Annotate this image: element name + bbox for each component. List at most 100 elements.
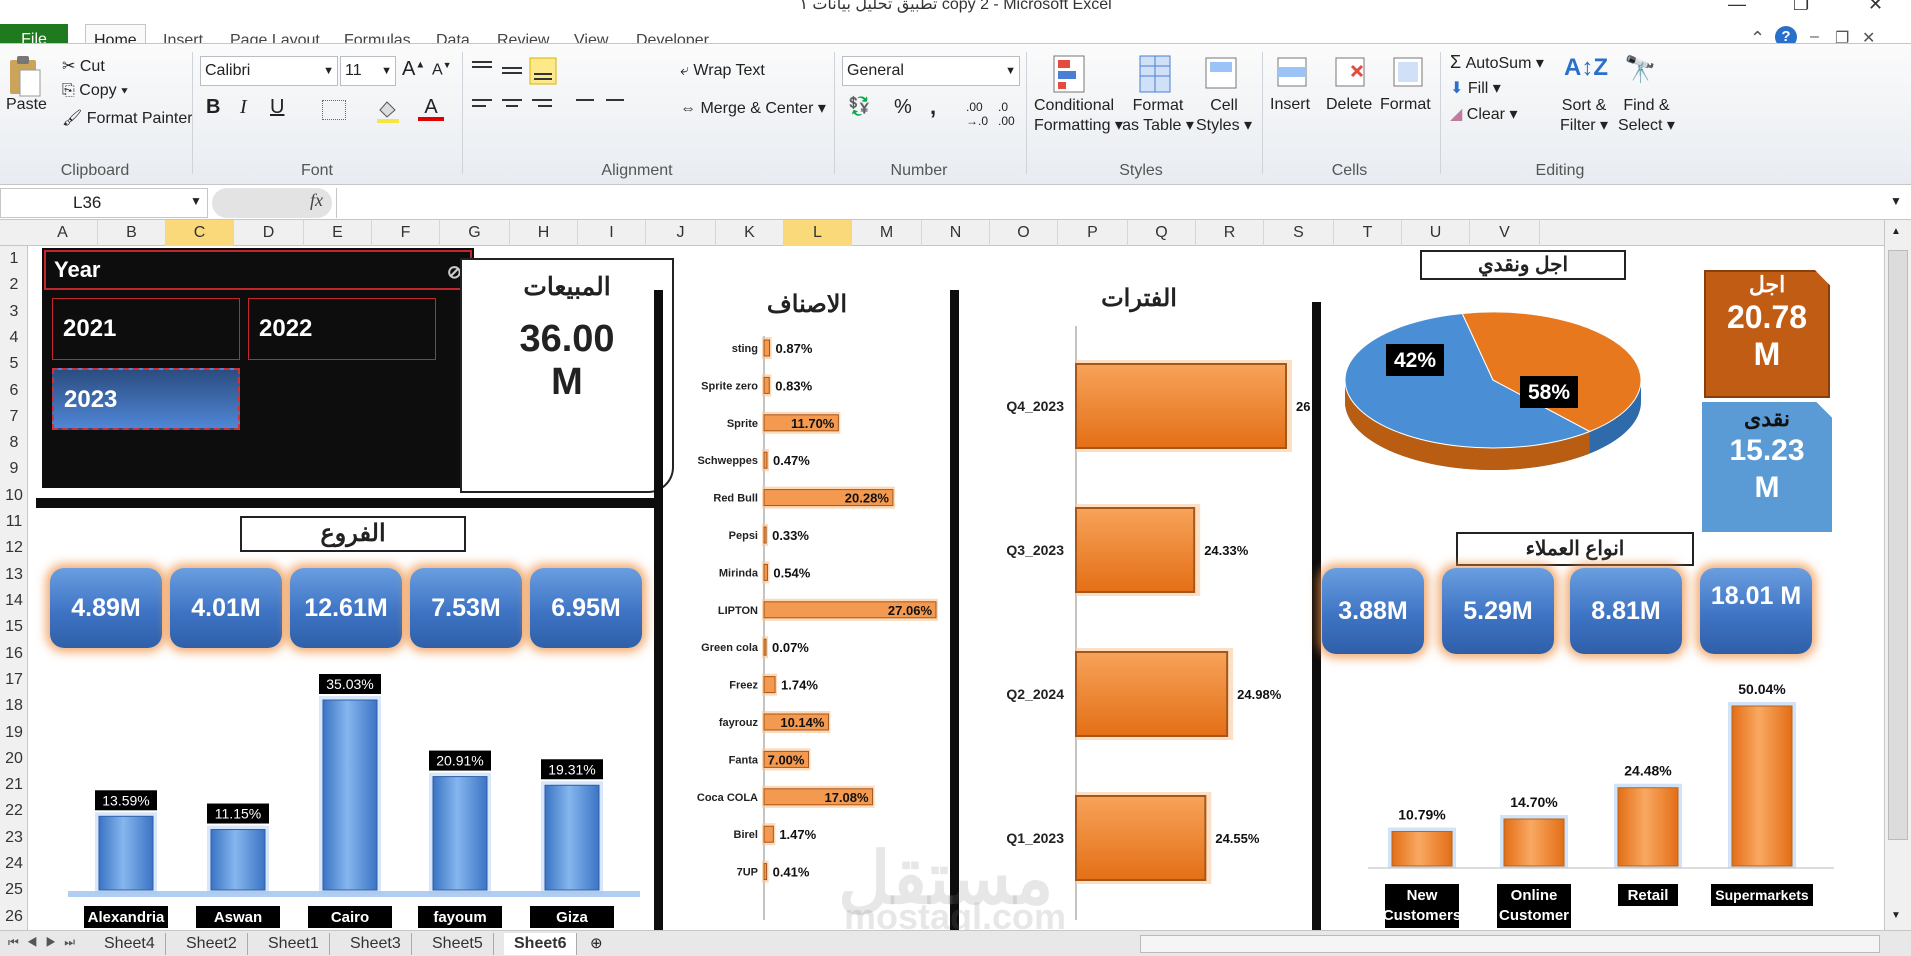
row-header[interactable]: 6 (0, 382, 28, 400)
new-sheet-icon[interactable]: ⊕ (590, 934, 603, 952)
sort-filter-button[interactable]: Sort & Filter ▾ (1560, 96, 1608, 136)
sheet-tab-sheet5[interactable]: Sheet5 (422, 933, 494, 955)
row-header[interactable]: 23 (0, 829, 28, 847)
name-box-dropdown-icon[interactable]: ▼ (190, 194, 202, 208)
sheet-tab-sheet6[interactable]: Sheet6 (504, 933, 578, 955)
row-header[interactable]: 20 (0, 750, 28, 768)
column-header[interactable]: H (510, 220, 578, 246)
sheet-tab-sheet1[interactable]: Sheet1 (258, 933, 330, 955)
number-format-select[interactable]: General ▼ (842, 56, 1020, 86)
column-header[interactable]: Q (1128, 220, 1196, 246)
paste-icon[interactable] (6, 54, 42, 98)
row-header[interactable]: 15 (0, 618, 28, 636)
row-header[interactable]: 25 (0, 881, 28, 899)
sort-filter-icon[interactable]: A↕Z (1564, 54, 1608, 82)
column-header[interactable]: M (852, 220, 922, 246)
column-header[interactable]: N (922, 220, 990, 246)
paste-button[interactable]: Paste (6, 96, 47, 114)
fill-button[interactable]: ⬇ Fill ▾ (1450, 78, 1501, 98)
borders-icon[interactable] (322, 100, 346, 120)
sheet-tab-sheet3[interactable]: Sheet3 (340, 933, 412, 955)
conditional-formatting-icon[interactable] (1050, 52, 1090, 96)
formula-input[interactable] (336, 188, 1886, 218)
row-header[interactable]: 10 (0, 487, 28, 505)
sheet-tab-sheet4[interactable]: Sheet4 (94, 933, 166, 955)
column-header[interactable]: R (1196, 220, 1264, 246)
row-header[interactable]: 5 (0, 355, 28, 373)
conditional-formatting-button[interactable]: Conditional Formatting ▾ (1034, 96, 1123, 136)
vertical-scrollbar[interactable]: ▲ ▼ (1884, 220, 1911, 930)
format-as-table-button[interactable]: Format as Table ▾ (1122, 96, 1194, 136)
wrap-text-button[interactable]: ⤶ Wrap Text (680, 62, 765, 80)
cell-styles-button[interactable]: Cell Styles ▾ (1196, 96, 1252, 136)
italic-button[interactable]: I (240, 96, 247, 119)
font-name-select[interactable]: Calibri ▼ (200, 56, 338, 86)
shrink-font-icon[interactable]: A▼ (432, 60, 452, 79)
clear-button[interactable]: ◢ Clear ▾ (1450, 104, 1517, 124)
column-header[interactable]: A (28, 220, 98, 246)
row-header[interactable]: 2 (0, 276, 28, 294)
cut-button[interactable]: ✂ Cut (62, 56, 105, 76)
insert-function-button[interactable]: fx (310, 190, 323, 211)
row-header[interactable]: 8 (0, 434, 28, 452)
decrease-decimal-icon[interactable]: .0.00 (998, 100, 1015, 128)
row-header[interactable]: 24 (0, 855, 28, 873)
column-header[interactable]: E (304, 220, 372, 246)
slicer-item-2021[interactable]: 2021 (52, 298, 240, 360)
column-header[interactable]: G (440, 220, 510, 246)
column-header[interactable]: S (1264, 220, 1334, 246)
scroll-up-icon[interactable]: ▲ (1891, 226, 1901, 237)
row-header[interactable]: 4 (0, 329, 28, 347)
slicer-item-2022[interactable]: 2022 (248, 298, 436, 360)
format-button[interactable]: Format (1380, 96, 1431, 114)
fill-color-icon[interactable] (375, 98, 401, 124)
column-header[interactable]: V (1470, 220, 1540, 246)
percent-button[interactable]: % (894, 96, 912, 119)
column-header[interactable]: I (578, 220, 646, 246)
column-header[interactable]: T (1334, 220, 1402, 246)
currency-icon[interactable]: 💱 (848, 96, 870, 117)
copy-button[interactable]: ⎘ Copy ▾ (62, 82, 128, 100)
merge-center-button[interactable]: ⇔ Merge & Center ▾ (680, 98, 826, 118)
binoculars-icon[interactable]: 🔭 (1624, 54, 1656, 85)
find-select-button[interactable]: Find & Select ▾ (1618, 96, 1675, 136)
row-header[interactable]: 13 (0, 566, 28, 584)
delete-cells-icon[interactable] (1330, 52, 1370, 96)
row-header[interactable]: 17 (0, 671, 28, 689)
underline-button[interactable]: U (270, 96, 284, 119)
row-header[interactable]: 19 (0, 724, 28, 742)
format-painter-button[interactable]: 🖌 Format Painter (62, 108, 193, 128)
column-header[interactable]: B (98, 220, 166, 246)
column-header[interactable]: O (990, 220, 1058, 246)
autosum-button[interactable]: Σ AutoSum ▾ (1450, 52, 1544, 73)
font-color-icon[interactable]: A (418, 96, 444, 124)
column-header[interactable]: L (784, 220, 852, 246)
column-header[interactable]: J (646, 220, 716, 246)
format-as-table-icon[interactable] (1136, 52, 1176, 96)
name-box[interactable]: L36 (0, 188, 208, 218)
grow-font-icon[interactable]: A▲ (402, 58, 425, 81)
close-icon[interactable]: ✕ (1868, 0, 1883, 14)
column-header[interactable]: C (166, 220, 234, 246)
bold-button[interactable]: B (206, 96, 220, 119)
increase-decimal-icon[interactable]: .00 →.0 (966, 100, 988, 128)
row-header[interactable]: 9 (0, 460, 28, 478)
row-header[interactable]: 22 (0, 802, 28, 820)
slicer-item-2023[interactable]: 2023 (52, 368, 240, 430)
row-header[interactable]: 14 (0, 592, 28, 610)
column-header[interactable]: K (716, 220, 784, 246)
insert-cells-icon[interactable] (1272, 52, 1312, 96)
alignment-icons[interactable] (470, 56, 630, 126)
row-header[interactable]: 16 (0, 645, 28, 663)
column-header[interactable]: F (372, 220, 440, 246)
row-header[interactable]: 3 (0, 303, 28, 321)
column-header[interactable]: U (1402, 220, 1470, 246)
sheet-nav-icons[interactable]: ⏮◀▶⏭ (8, 935, 83, 950)
row-header[interactable]: 18 (0, 697, 28, 715)
expand-formula-bar-icon[interactable]: ▼ (1890, 194, 1902, 208)
row-header[interactable]: 12 (0, 539, 28, 557)
minimize-icon[interactable]: — (1728, 0, 1746, 14)
cell-styles-icon[interactable] (1202, 52, 1242, 96)
row-header[interactable]: 7 (0, 408, 28, 426)
dashboard-sheet[interactable]: Year ⊘ 2021 2022 2023 المبيعات 36.00 M ا… (28, 246, 1884, 930)
